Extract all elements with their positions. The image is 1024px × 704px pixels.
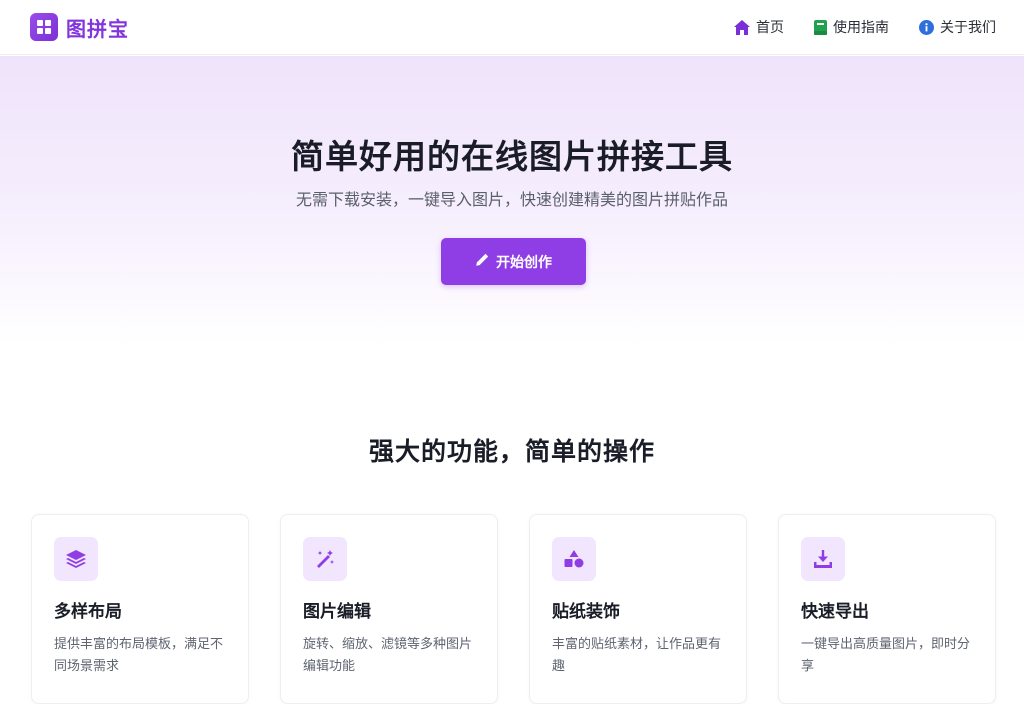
hero-title: 简单好用的在线图片拼接工具: [291, 137, 733, 176]
layers-icon: [54, 537, 98, 581]
feature-card-stickers: 贴纸装饰 丰富的贴纸素材，让作品更有趣: [529, 514, 747, 704]
feature-desc: 丰富的贴纸素材，让作品更有趣: [552, 637, 722, 674]
feature-desc: 一键导出高质量图片，即时分享: [801, 637, 971, 674]
pencil-icon: [475, 253, 489, 271]
feature-title: 快速导出: [801, 602, 869, 622]
hero-section: 简单好用的在线图片拼接工具 无需下载安装，一键导入图片，快速创建精美的图片拼贴作…: [0, 56, 1024, 346]
feature-title: 多样布局: [54, 602, 122, 622]
nav-label-home: 首页: [756, 20, 784, 36]
magic-wand-icon: [303, 537, 347, 581]
feature-card-layout: 多样布局 提供丰富的布局模板，满足不同场景需求: [31, 514, 249, 704]
feature-desc: 旋转、缩放、滤镜等多种图片编辑功能: [303, 637, 473, 674]
brand-logo[interactable]: 图拼宝: [30, 13, 129, 42]
nav-label-guide: 使用指南: [833, 20, 889, 36]
main-nav: 首页 使用指南 关于我们: [734, 17, 996, 37]
brand-name: 图拼宝: [66, 16, 129, 41]
feature-card-edit: 图片编辑 旋转、缩放、滤镜等多种图片编辑功能: [280, 514, 498, 704]
top-header: 图拼宝 首页 使用指南 关于我们: [0, 0, 1024, 55]
nav-item-guide[interactable]: 使用指南: [814, 17, 889, 37]
nav-label-about: 关于我们: [940, 20, 996, 36]
feature-title: 图片编辑: [303, 602, 371, 622]
book-icon: [814, 19, 827, 35]
feature-title: 贴纸装饰: [552, 602, 620, 622]
shapes-icon: [552, 537, 596, 581]
grid-icon: [30, 13, 58, 41]
feature-desc: 提供丰富的布局模板，满足不同场景需求: [54, 637, 224, 674]
start-creating-label: 开始创作: [496, 254, 552, 271]
hero-subtitle: 无需下载安装，一键导入图片，快速创建精美的图片拼贴作品: [295, 190, 728, 209]
home-icon: [734, 19, 750, 35]
feature-card-export: 快速导出 一键导出高质量图片，即时分享: [778, 514, 996, 704]
download-icon: [801, 537, 845, 581]
nav-item-about[interactable]: 关于我们: [919, 17, 996, 37]
info-icon: [919, 19, 934, 35]
start-creating-button[interactable]: 开始创作: [441, 238, 586, 285]
nav-item-home[interactable]: 首页: [734, 17, 784, 37]
features-title: 强大的功能，简单的操作: [368, 437, 655, 466]
